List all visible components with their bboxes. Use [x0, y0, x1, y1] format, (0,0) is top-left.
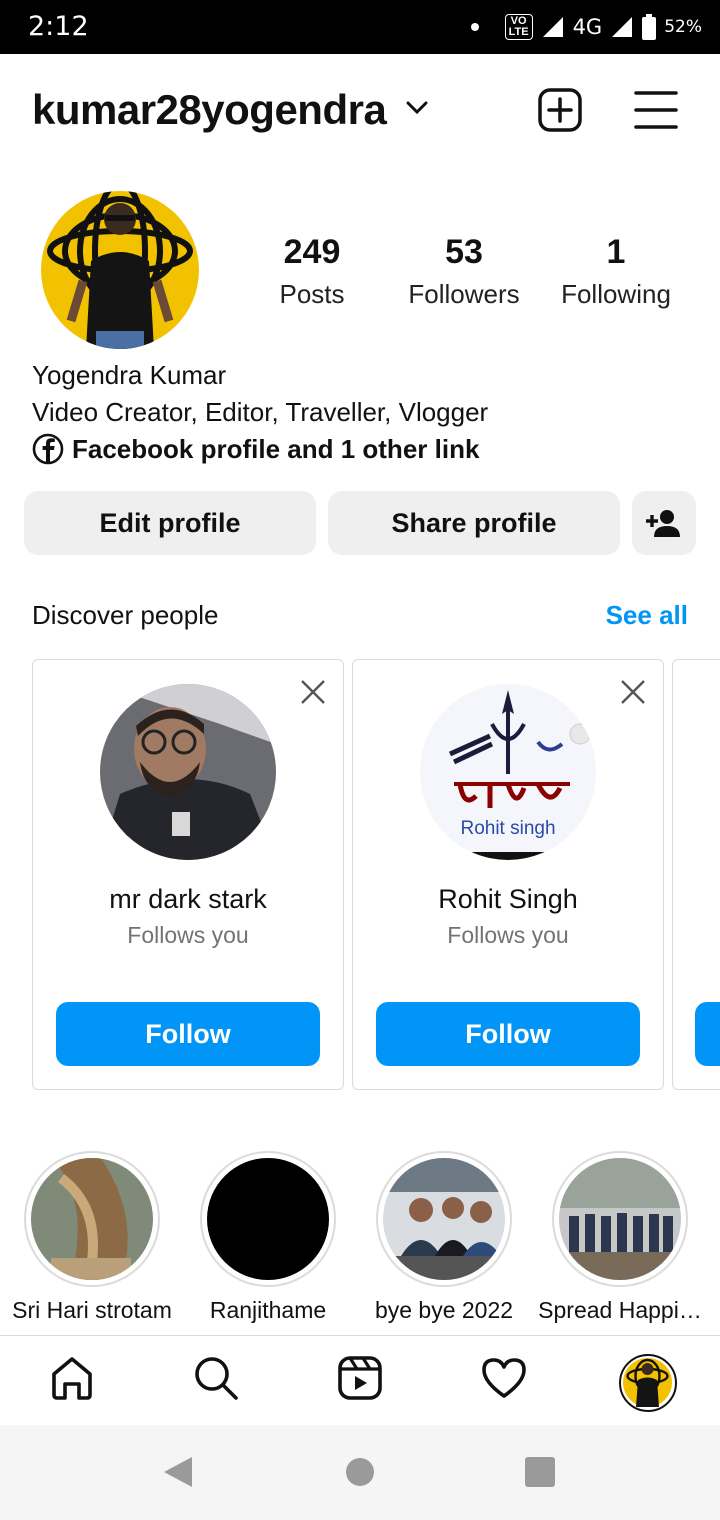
- nav-reels[interactable]: [330, 1354, 390, 1414]
- facebook-icon: [32, 433, 64, 465]
- highlight-ring: [200, 1151, 336, 1287]
- profile-avatar[interactable]: [41, 191, 199, 349]
- story-highlight[interactable]: Spread Happi…: [532, 1151, 708, 1324]
- close-icon[interactable]: [619, 678, 647, 706]
- recent-apps-icon[interactable]: [525, 1457, 555, 1487]
- suggestion-card: Rohit singh Rohit Singh Follows you Foll…: [352, 659, 664, 1090]
- edit-profile-button[interactable]: Edit profile: [24, 491, 316, 555]
- account-username[interactable]: kumar28yogendra: [32, 86, 387, 134]
- profile-header: kumar28yogendra: [0, 54, 720, 166]
- follow-button[interactable]: Follow: [56, 1002, 320, 1066]
- highlight-ring: [376, 1151, 512, 1287]
- discover-people-title: Discover people: [32, 600, 219, 630]
- story-highlight[interactable]: bye bye 2022: [356, 1151, 532, 1324]
- follow-button-peek[interactable]: [695, 1002, 720, 1066]
- profile-avatar-small: [619, 1354, 677, 1412]
- highlight-label: Spread Happi…: [538, 1297, 702, 1323]
- highlight-ring: [24, 1151, 160, 1287]
- volte-icon: VO LTE: [504, 14, 533, 40]
- home-icon: [52, 1357, 92, 1400]
- nav-profile[interactable]: [618, 1354, 678, 1414]
- status-time: 2:12: [28, 11, 89, 42]
- add-person-icon: [646, 510, 680, 537]
- nav-home[interactable]: [42, 1354, 102, 1433]
- home-circle-icon[interactable]: [346, 1458, 374, 1486]
- suggestion-card-peek[interactable]: [672, 659, 720, 1090]
- profile-links[interactable]: Facebook profile and 1 other link: [32, 433, 479, 465]
- status-icons: VO LTE 4G 52%: [470, 12, 702, 42]
- share-profile-button[interactable]: Share profile: [328, 491, 620, 555]
- suggestion-avatar[interactable]: [100, 684, 276, 860]
- posts-count: 249: [283, 233, 341, 271]
- followers-label: Followers: [408, 279, 520, 309]
- stat-followers[interactable]: 53 Followers: [398, 232, 530, 316]
- svg-text:Rohit singh: Rohit singh: [460, 818, 555, 839]
- posts-label: Posts: [279, 279, 345, 309]
- bottom-navigation: [0, 1335, 720, 1433]
- back-icon[interactable]: [162, 1455, 194, 1489]
- see-all-link[interactable]: See all: [606, 600, 688, 631]
- close-icon[interactable]: [299, 678, 327, 706]
- signal-icon-2: [612, 17, 633, 37]
- stat-following[interactable]: 1 Following: [552, 232, 680, 316]
- battery-percent: 52%: [664, 17, 702, 37]
- following-count: 1: [606, 233, 626, 271]
- discover-people-button[interactable]: [632, 491, 696, 555]
- following-label: Following: [561, 279, 671, 309]
- followers-count: 53: [445, 233, 483, 271]
- profile-full-name: Yogendra Kumar: [32, 360, 227, 390]
- highlight-label: Sri Hari strotam: [12, 1297, 172, 1323]
- highlight-label: Ranjithame: [209, 1297, 327, 1323]
- stat-posts[interactable]: 249 Posts: [250, 232, 374, 316]
- suggestion-name[interactable]: mr dark stark: [33, 884, 343, 915]
- highlight-label: bye bye 2022: [374, 1297, 514, 1323]
- search-icon: [195, 1357, 238, 1400]
- story-highlight[interactable]: Sri Hari strotam: [4, 1151, 180, 1324]
- profile-link-text: Facebook profile and 1 other link: [72, 433, 480, 464]
- create-plus-icon[interactable]: [537, 87, 583, 133]
- chevron-down-icon[interactable]: [404, 98, 430, 118]
- hamburger-menu-icon[interactable]: [634, 90, 678, 130]
- highlight-cover: [559, 1158, 681, 1280]
- highlight-cover: [207, 1158, 329, 1280]
- battery-icon: [642, 14, 657, 40]
- highlight-ring: [552, 1151, 688, 1287]
- reels-icon: [338, 1356, 382, 1400]
- signal-icon: [542, 17, 563, 37]
- network-type: 4G: [572, 15, 603, 39]
- notification-dot-icon: [470, 23, 479, 31]
- android-navigation-bar: [0, 1425, 720, 1520]
- profile-bio: Video Creator, Editor, Traveller, Vlogge…: [32, 397, 489, 427]
- suggestion-avatar[interactable]: Rohit singh: [420, 684, 596, 860]
- heart-icon: [482, 1358, 526, 1398]
- suggestion-name[interactable]: Rohit Singh: [353, 884, 663, 915]
- suggestion-subtitle: Follows you: [447, 922, 569, 948]
- status-bar: 2:12 VO LTE 4G 52%: [0, 0, 720, 54]
- highlight-cover: [383, 1158, 505, 1280]
- suggestion-card: mr dark stark Follows you Follow: [32, 659, 344, 1090]
- suggestion-subtitle: Follows you: [127, 922, 249, 948]
- story-highlight[interactable]: Ranjithame: [180, 1151, 356, 1324]
- nav-activity[interactable]: [474, 1354, 534, 1433]
- highlight-cover: [31, 1158, 153, 1280]
- follow-button[interactable]: Follow: [376, 1002, 640, 1066]
- nav-search[interactable]: [186, 1354, 246, 1414]
